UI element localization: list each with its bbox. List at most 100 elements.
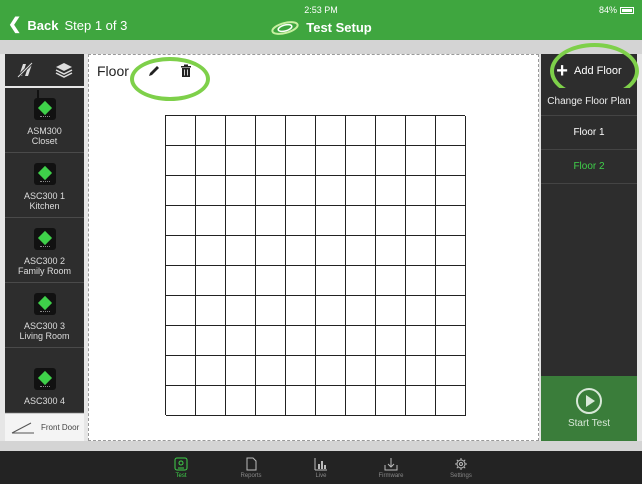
grid-cell <box>226 116 256 146</box>
grid-cell <box>406 176 436 206</box>
grid-cell <box>436 116 466 146</box>
grid-cell <box>256 236 286 266</box>
grid-cell <box>226 176 256 206</box>
device-room: Kitchen <box>29 201 60 211</box>
grid-cell <box>256 146 286 176</box>
grid-cell <box>436 356 466 386</box>
floor-item-2[interactable]: Floor 2 <box>541 150 637 184</box>
device-room: Living Room <box>19 331 70 341</box>
grid-cell <box>196 356 226 386</box>
grid-cell <box>196 176 226 206</box>
change-floor-plan-button[interactable]: Change Floor Plan <box>541 88 637 116</box>
grid-cell <box>226 206 256 236</box>
test-icon <box>174 457 188 470</box>
grid-cell <box>196 146 226 176</box>
grid-cells <box>165 115 466 416</box>
grid-cell <box>406 386 436 416</box>
battery-status: 84% <box>599 5 634 15</box>
sensor-icon <box>33 293 56 315</box>
grid-cell <box>436 236 466 266</box>
grid-cell <box>376 296 406 326</box>
grid-cell <box>376 206 406 236</box>
grid-cell <box>436 326 466 356</box>
sensor-antenna-icon <box>33 90 56 120</box>
device-model: ASC300 1 <box>23 191 66 201</box>
start-test-label: Start Test <box>567 418 611 429</box>
device-item-asc300-1-kitchen[interactable]: ASC300 1 Kitchen <box>5 153 84 218</box>
grid-cell <box>346 266 376 296</box>
footer-separator <box>0 441 642 451</box>
firmware-icon <box>384 457 398 470</box>
grid-cell <box>406 266 436 296</box>
page-title: Test Setup <box>306 20 372 35</box>
grid-cell <box>226 296 256 326</box>
grid-cell <box>376 266 406 296</box>
device-model: ASC300 4 <box>23 396 66 406</box>
grid-cell <box>316 116 346 146</box>
device-item-asc300-3-living-room[interactable]: ASC300 3 Living Room <box>5 283 84 348</box>
battery-percent: 84% <box>598 5 617 15</box>
reports-icon <box>246 457 257 470</box>
tab-settings[interactable]: Settings <box>426 451 496 484</box>
grid-cell <box>256 296 286 326</box>
tab-reports[interactable]: Reports <box>216 451 286 484</box>
grid-cell <box>166 236 196 266</box>
play-icon <box>576 388 602 414</box>
grid-cell <box>226 146 256 176</box>
grid-cell <box>196 206 226 236</box>
grid-cell <box>316 146 346 176</box>
grid-cell <box>346 386 376 416</box>
grid-cell <box>316 206 346 236</box>
grid-cell <box>406 326 436 356</box>
grid-cell <box>196 266 226 296</box>
tab-live[interactable]: Live <box>286 451 356 484</box>
grid-cell <box>166 326 196 356</box>
grid-cell <box>256 386 286 416</box>
grid-cell <box>286 116 316 146</box>
front-door-label: Front Door <box>41 423 80 432</box>
grid-cell <box>346 326 376 356</box>
hide-walls-icon[interactable] <box>16 61 34 79</box>
floor-name: Floor <box>97 63 129 79</box>
settings-icon <box>455 457 467 470</box>
floor-plan-canvas[interactable]: Floor <box>88 54 539 441</box>
start-test-button[interactable]: Start Test <box>541 376 637 441</box>
tab-firmware[interactable]: Firmware <box>356 451 426 484</box>
sensor-icon <box>33 368 56 390</box>
grid-cell <box>346 236 376 266</box>
grid-cell <box>316 386 346 416</box>
grid-cell <box>226 266 256 296</box>
grid-cell <box>436 266 466 296</box>
device-item-asc300-2-family-room[interactable]: ASC300 2 Family Room <box>5 218 84 283</box>
app-header: 2:53 PM 84% ❮ Back Step 1 of 3 Test Setu… <box>0 0 642 40</box>
status-time: 2:53 PM <box>304 5 338 15</box>
layers-icon[interactable] <box>55 61 73 79</box>
grid-cell <box>256 356 286 386</box>
floor-grid[interactable] <box>165 115 466 416</box>
left-toolbar <box>5 54 84 86</box>
floor-item-1[interactable]: Floor 1 <box>541 116 637 150</box>
grid-cell <box>406 116 436 146</box>
tab-label: Test <box>175 472 187 479</box>
grid-cell <box>406 356 436 386</box>
grid-cell <box>376 176 406 206</box>
tab-label: Reports <box>240 472 262 479</box>
device-item-asc300-4[interactable]: ASC300 4 <box>5 348 84 413</box>
brand-logo-icon <box>271 20 299 35</box>
front-door-item[interactable]: Front Door <box>5 413 84 441</box>
device-room: Closet <box>31 136 58 146</box>
device-item-asm300-closet[interactable]: ASM300 Closet <box>5 88 84 153</box>
grid-cell <box>316 356 346 386</box>
grid-cell <box>286 206 316 236</box>
grid-cell <box>376 146 406 176</box>
device-model: ASC300 2 <box>23 256 66 266</box>
device-list: ASM300 Closet ASC300 1 Kitchen ASC300 2 … <box>5 88 84 413</box>
grid-cell <box>286 296 316 326</box>
grid-cell <box>286 326 316 356</box>
grid-cell <box>346 176 376 206</box>
tab-test[interactable]: Test <box>146 451 216 484</box>
grid-cell <box>316 326 346 356</box>
grid-cell <box>406 146 436 176</box>
grid-cell <box>316 266 346 296</box>
grid-cell <box>256 206 286 236</box>
